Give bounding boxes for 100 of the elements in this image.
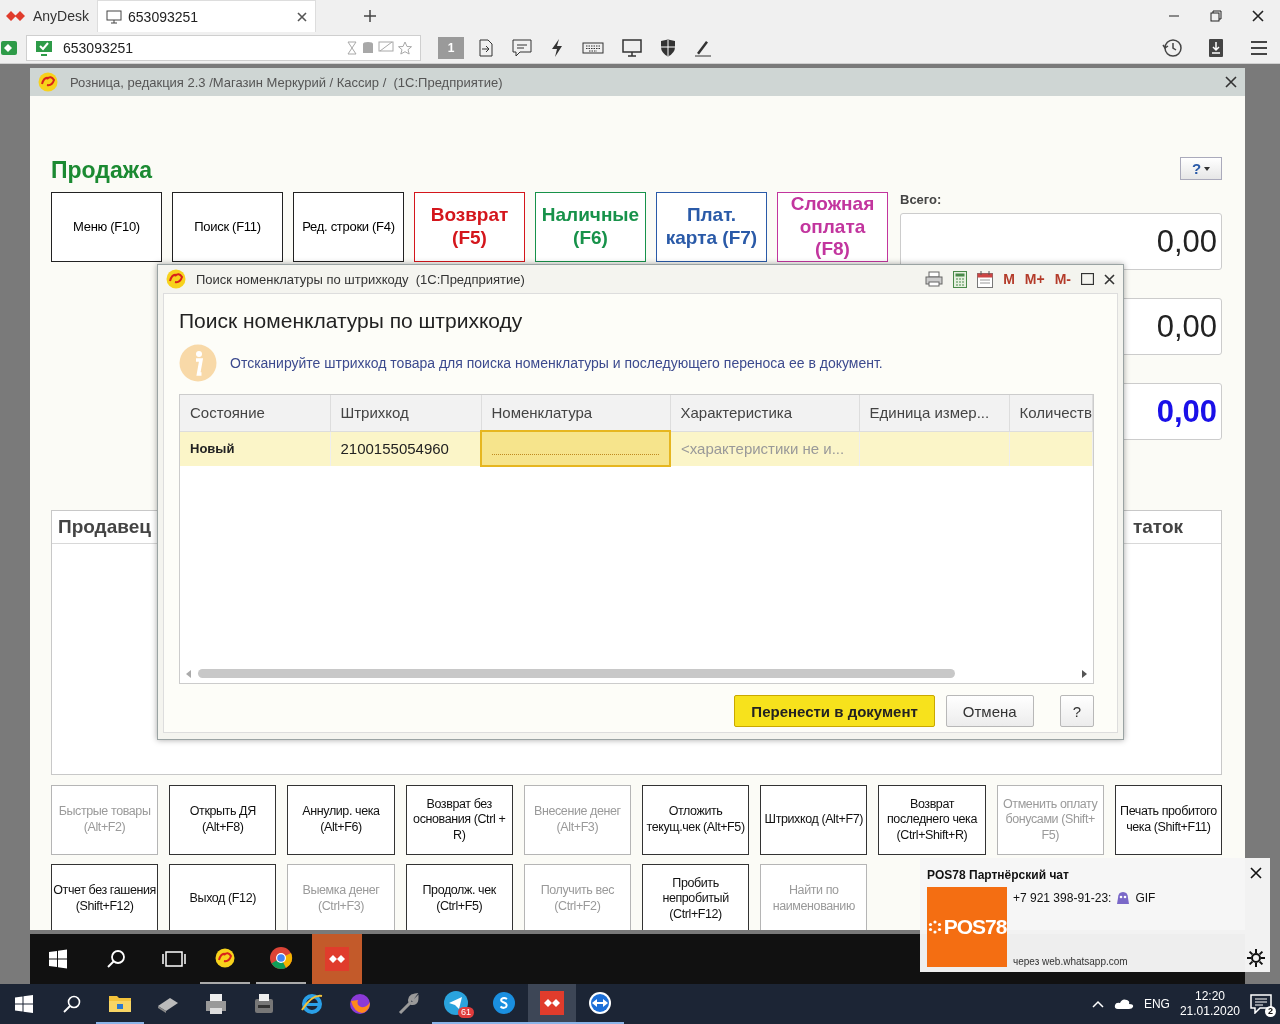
dialog-button[interactable]: Отмена — [945, 695, 1034, 727]
settings-icon[interactable] — [1247, 949, 1265, 967]
column-header[interactable]: Номенклатура — [481, 395, 670, 431]
function-button[interactable]: Пробить непробитый (Ctrl+F12) — [642, 864, 750, 930]
function-button[interactable]: Отчет без гашения (Shift+F12) — [51, 864, 159, 930]
dialog-button[interactable]: Перенести в документ — [734, 695, 935, 727]
task-view-icon[interactable] — [162, 950, 186, 968]
search-icon[interactable] — [106, 949, 126, 969]
action-button[interactable]: Поиск (F11) — [172, 192, 283, 262]
1c-logo-icon — [38, 72, 58, 92]
input-field[interactable] — [481, 431, 670, 466]
wrench-icon — [396, 992, 420, 1016]
action-button[interactable]: Наличные (F6) — [535, 192, 646, 262]
memory-button[interactable]: M — [1003, 271, 1015, 287]
action-button[interactable]: Плат. карта (F7) — [656, 192, 767, 262]
alien-icon — [1116, 891, 1131, 905]
browser-e-icon — [300, 992, 324, 1016]
windows-logo-icon — [15, 995, 33, 1013]
maximize-icon[interactable] — [1081, 273, 1094, 285]
close-icon[interactable] — [1252, 10, 1264, 22]
column-header[interactable]: Характеристика — [670, 395, 859, 431]
function-button[interactable]: Отложить текущ.чек (Alt+F5) — [642, 785, 750, 855]
history-icon[interactable] — [1162, 37, 1182, 58]
new-tab-icon[interactable] — [364, 10, 377, 22]
function-button[interactable]: Возврат последнего чека (Ctrl+Shift+R) — [878, 785, 986, 855]
close-tab-icon[interactable] — [297, 11, 308, 22]
function-button[interactable]: Выход (F12) — [169, 864, 277, 930]
connection-status-icon — [0, 39, 18, 56]
function-button[interactable]: Аннулир. чека (Alt+F6) — [287, 785, 395, 855]
calculator-icon[interactable] — [953, 270, 968, 288]
1c-logo-icon — [166, 269, 186, 289]
dot-ring-icon — [927, 920, 942, 934]
chrome-icon — [269, 946, 293, 970]
function-button[interactable]: Открыть ДЯ (Alt+F8) — [169, 785, 277, 855]
chat-icon[interactable] — [512, 38, 532, 57]
keyboard-icon[interactable] — [582, 41, 604, 54]
dialog-button[interactable]: ? — [1059, 695, 1094, 727]
lightning-icon[interactable] — [550, 37, 564, 58]
function-button[interactable]: Штрихкод (Alt+F7) — [760, 785, 868, 855]
clock-date: 21.01.2020 — [1179, 1004, 1240, 1019]
taskbar-app-button[interactable] — [528, 984, 576, 1024]
address-field[interactable]: 653093251 — [26, 34, 421, 61]
column-header[interactable]: Количеств — [1009, 395, 1093, 431]
close-icon[interactable] — [1250, 867, 1262, 879]
column-header: Продавец — [58, 516, 151, 538]
1c-logo-icon — [215, 948, 235, 968]
close-icon[interactable] — [1104, 273, 1115, 285]
app-name: AnyDesk — [33, 8, 90, 24]
folder-icon — [108, 993, 132, 1013]
function-button[interactable]: Продолж. чек (Ctrl+F5) — [405, 864, 513, 930]
calendar-icon[interactable] — [977, 270, 994, 288]
dialog-title: Поиск номенклатуры по штрихкоду (1С:Предприятие) — [196, 271, 526, 287]
language-indicator[interactable]: ENG — [1143, 997, 1170, 1011]
column-header[interactable]: Состояние — [180, 395, 330, 431]
menu-icon[interactable] — [1250, 39, 1268, 56]
monitor-icon[interactable] — [622, 38, 642, 57]
unread-count: 61 — [458, 1007, 474, 1018]
pen-icon[interactable] — [694, 38, 712, 57]
verified-monitor-icon — [35, 39, 53, 56]
action-button[interactable]: Меню (F10) — [51, 192, 162, 262]
memory-button[interactable]: M- — [1054, 271, 1071, 287]
start-icon[interactable] — [48, 949, 68, 969]
database-icon — [362, 40, 374, 55]
clock-time: 12:20 — [1194, 989, 1225, 1004]
help-button[interactable]: ? — [1180, 157, 1222, 180]
session-tab[interactable]: 653093251 — [97, 0, 317, 32]
close-icon[interactable] — [1225, 76, 1237, 88]
taskbar-app-button[interactable]: 61 — [432, 984, 480, 1024]
page-heading: Продажа — [51, 156, 154, 185]
action-button[interactable]: Ред. строки (F4) — [293, 192, 404, 262]
message-sender: +7 921 398-91-23: — [1013, 891, 1112, 905]
amount-field: 0,00 — [900, 213, 1222, 270]
column-header[interactable]: Единица измер... — [859, 395, 1009, 431]
hourglass-icon — [346, 40, 358, 55]
function-button[interactable]: Возврат без основания (Ctrl + R) — [405, 785, 513, 855]
message-source: через web.whatsapp.com — [1013, 956, 1129, 967]
action-button[interactable]: Сложная оплата (F8) — [777, 192, 888, 262]
column-header[interactable]: Штрихкод — [330, 395, 481, 431]
shield-icon[interactable] — [660, 38, 676, 57]
diamonds-logo-icon — [324, 946, 350, 972]
cloud-icon[interactable] — [1113, 998, 1134, 1010]
chat-logo: POS78 — [927, 887, 1007, 967]
table-cell: Новый — [180, 431, 330, 466]
function-button[interactable]: Печать пробитого чека (Shift+F11) — [1114, 785, 1222, 855]
attachment-label: GIF — [1135, 891, 1156, 905]
notification-title: POS78 Партнёрский чат — [927, 868, 1070, 882]
chevron-up-icon[interactable] — [1091, 1000, 1104, 1008]
memory-button[interactable]: M+ — [1024, 271, 1045, 287]
action-button[interactable]: Возврат (F5) — [414, 192, 525, 262]
diamonds-logo-icon — [539, 990, 565, 1016]
total-label: Всего: — [900, 192, 943, 208]
file-transfer-icon[interactable] — [478, 38, 494, 57]
scroll-right-icon[interactable] — [1081, 669, 1087, 678]
skype-icon — [492, 991, 516, 1015]
restore-icon[interactable] — [1210, 10, 1222, 22]
caret-icon — [1204, 166, 1211, 171]
download-icon[interactable] — [1208, 37, 1224, 58]
printer-icon[interactable] — [925, 271, 944, 287]
table-row[interactable]: Новый 2100155054960 <характеристики не и... — [180, 431, 1093, 466]
window-title: Розница, редакция 2.3 /Магазин Меркурий / Кассир / (1С:Предприятие) — [70, 74, 504, 90]
